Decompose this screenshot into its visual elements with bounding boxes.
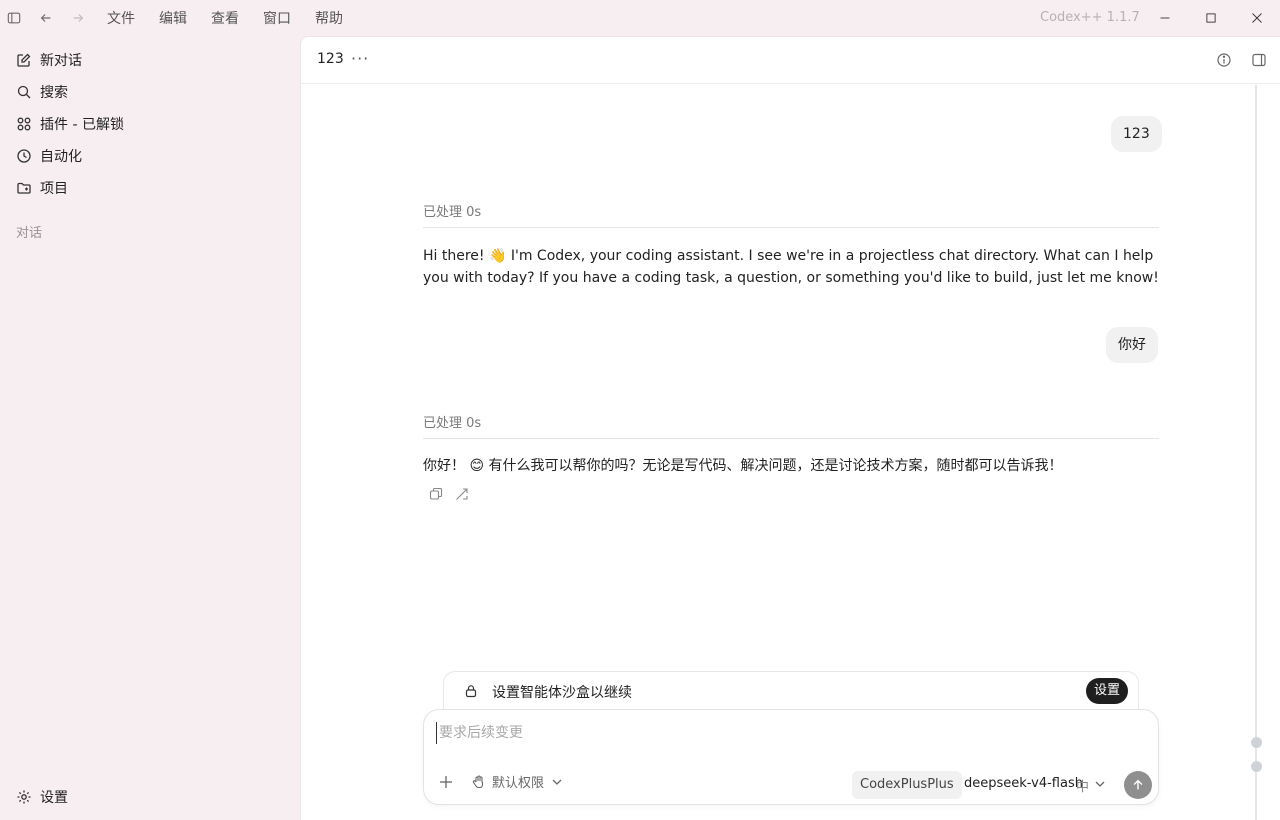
user-message-bubble: 你好 xyxy=(1106,327,1158,363)
sidebar-item-settings[interactable]: 设置 xyxy=(16,785,68,809)
conversation-title[interactable]: 123 xyxy=(317,51,344,67)
hand-icon xyxy=(472,774,484,788)
sidebar-item-search[interactable]: 搜索 xyxy=(16,80,68,104)
permission-label: 默认权限 xyxy=(492,776,545,791)
composer: 默认权限 CodexPlusPlus deepseek-v4-flash 中 xyxy=(423,709,1159,805)
sidebar-item-label: 搜索 xyxy=(40,85,68,101)
sidebar-toggle-icon[interactable] xyxy=(6,10,22,26)
menu-window[interactable]: 窗口 xyxy=(263,8,291,28)
folder-icon xyxy=(17,182,31,194)
menu-help[interactable]: 帮助 xyxy=(315,8,343,28)
grid-icon xyxy=(17,117,31,131)
user-message-bubble: 123 xyxy=(1111,116,1162,152)
assistant-message: Hi there! 👋 I'm Codex, your coding assis… xyxy=(423,248,1159,286)
sidebar-item-new-chat[interactable]: 新对话 xyxy=(16,48,82,72)
settings-label: 设置 xyxy=(40,790,68,806)
info-icon[interactable] xyxy=(1216,52,1232,68)
assistant-message: 你好！ 😊 有什么我可以帮你的吗？无论是写代码、解决问题，还是讨论技术方案，随时… xyxy=(423,458,1063,474)
sidebar-item-label: 自动化 xyxy=(40,149,82,165)
edit-icon xyxy=(17,53,31,67)
menu-file[interactable]: 文件 xyxy=(107,8,135,28)
gear-icon xyxy=(17,790,31,804)
sidebar-item-automation[interactable]: 自动化 xyxy=(16,144,82,168)
copy-icon[interactable] xyxy=(429,487,443,501)
scroll-marker[interactable] xyxy=(1251,737,1262,748)
close-icon[interactable] xyxy=(1249,10,1265,26)
section-label-conversations: 对话 xyxy=(16,226,43,241)
forward-arrow-icon[interactable] xyxy=(70,10,86,26)
clock-icon xyxy=(17,149,31,163)
back-arrow-icon[interactable] xyxy=(38,10,54,26)
fork-icon[interactable] xyxy=(455,487,469,501)
app-version: Codex++ 1.1.7 xyxy=(1040,10,1140,25)
sandbox-banner-text: 设置智能体沙盒以继续 xyxy=(492,685,632,701)
sidebar-item-label: 新对话 xyxy=(40,53,82,69)
lock-icon xyxy=(464,684,478,698)
send-button[interactable] xyxy=(1124,771,1152,799)
conversation-header: 123 ··· xyxy=(301,37,1280,84)
message-actions xyxy=(429,487,469,501)
minimize-icon[interactable] xyxy=(1157,10,1173,26)
chevron-down-icon xyxy=(552,779,562,785)
chevron-down-icon[interactable] xyxy=(1094,778,1106,790)
menu-edit[interactable]: 编辑 xyxy=(159,8,187,28)
menu-view[interactable]: 查看 xyxy=(211,8,239,28)
permission-selector[interactable]: 默认权限 xyxy=(472,772,564,791)
composer-input[interactable] xyxy=(436,722,1136,744)
title-bar: 文件 编辑 查看 窗口 帮助 Codex++ 1.1.7 xyxy=(0,0,1280,36)
arrow-up-icon xyxy=(1133,779,1143,790)
sidebar-item-label: 项目 xyxy=(40,181,68,197)
divider xyxy=(423,227,1159,228)
sidebar-item-label: 插件 - 已解锁 xyxy=(40,117,124,133)
side-panel-icon[interactable] xyxy=(1251,52,1267,68)
sidebar-item-plugins[interactable]: 插件 - 已解锁 xyxy=(16,112,124,136)
plus-icon[interactable] xyxy=(438,774,454,790)
scroll-marker[interactable] xyxy=(1251,761,1262,772)
maximize-icon[interactable] xyxy=(1203,10,1219,26)
effort-level[interactable]: 中 xyxy=(1076,776,1089,795)
sidebar: 新对话 搜索 插件 - 已解锁 自动化 项目 对话 设置 xyxy=(0,36,300,820)
divider xyxy=(423,438,1159,439)
menu-bar: 文件 编辑 查看 窗口 帮助 xyxy=(107,0,367,36)
more-options-icon[interactable]: ··· xyxy=(351,49,369,68)
setup-sandbox-button[interactable]: 设置 xyxy=(1086,678,1129,704)
sandbox-banner: 设置智能体沙盒以继续 设置 xyxy=(443,671,1139,713)
scroll-track[interactable] xyxy=(1255,85,1257,820)
model-selector[interactable]: deepseek-v4-flash xyxy=(964,776,1083,791)
sidebar-item-projects[interactable]: 项目 xyxy=(16,176,68,200)
processed-status: 已处理 0s xyxy=(423,416,482,431)
provider-chip[interactable]: CodexPlusPlus xyxy=(852,771,962,799)
search-icon xyxy=(17,85,31,99)
main-panel: 123 ··· 123 已处理 0s Hi there! 👋 I'm Codex… xyxy=(300,36,1280,820)
processed-status: 已处理 0s xyxy=(423,205,482,220)
